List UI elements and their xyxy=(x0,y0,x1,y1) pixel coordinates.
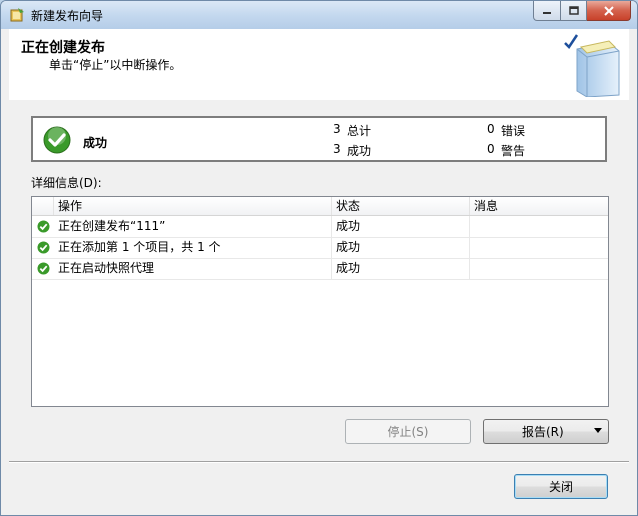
success-count: 3 xyxy=(333,142,341,156)
column-header-status[interactable]: 状态 xyxy=(332,197,470,215)
details-label: 详细信息(D): xyxy=(31,176,102,190)
status-result: 成功 xyxy=(83,136,108,150)
grid-header: 操作 状态 消息 xyxy=(32,197,608,216)
error-label: 错误 xyxy=(501,124,526,138)
window-title: 新建发布向导 xyxy=(31,9,104,23)
footer-separator xyxy=(9,461,629,463)
wizard-app-icon xyxy=(10,8,24,22)
error-count: 0 xyxy=(487,122,495,136)
success-check-icon xyxy=(37,241,50,254)
row-action: 正在创建发布“111” xyxy=(54,216,332,237)
page-subtitle: 单击“停止”以中断操作。 xyxy=(49,58,182,72)
success-label: 成功 xyxy=(347,144,372,158)
total-label: 总计 xyxy=(347,124,372,138)
warning-count: 0 xyxy=(487,142,495,156)
row-action: 正在启动快照代理 xyxy=(54,258,332,279)
success-check-icon xyxy=(37,220,50,233)
wizard-body: 成功 3 总计 3 成功 0 错误 0 警告 详细信息(D): 操作 状态 消息… xyxy=(9,100,629,507)
title-bar[interactable]: 新建发布向导 xyxy=(1,1,637,29)
minimize-icon xyxy=(543,11,551,14)
row-status: 成功 xyxy=(332,237,470,258)
row-status: 成功 xyxy=(332,258,470,279)
row-message xyxy=(470,237,608,258)
book-check-icon xyxy=(564,34,620,97)
column-header-action[interactable]: 操作 xyxy=(54,197,332,215)
warning-label: 警告 xyxy=(501,144,526,158)
row-message xyxy=(470,216,608,237)
wizard-header: 正在创建发布 单击“停止”以中断操作。 xyxy=(9,29,629,101)
row-message xyxy=(470,258,608,279)
grid-header-icon-col xyxy=(32,197,54,215)
wizard-window: 新建发布向导 正在创建发布 单击“停止”以中断操作。 成功 3 总计 3 成功 … xyxy=(0,0,638,516)
page-title: 正在创建发布 xyxy=(21,40,105,56)
table-row[interactable]: 正在添加第 1 个项目，共 1 个 成功 xyxy=(32,237,608,259)
column-header-message[interactable]: 消息 xyxy=(470,197,608,215)
row-action: 正在添加第 1 个项目，共 1 个 xyxy=(54,237,332,258)
maximize-icon xyxy=(568,6,579,15)
stop-button[interactable]: 停止(S) xyxy=(345,419,471,444)
close-icon xyxy=(603,5,614,16)
report-button[interactable]: 报告(R) xyxy=(483,419,609,444)
close-button[interactable]: 关闭 xyxy=(514,474,608,499)
success-check-icon xyxy=(37,262,50,275)
details-grid[interactable]: 操作 状态 消息 正在创建发布“111” 成功 正在添加第 1 个项目，共 1 … xyxy=(31,196,609,407)
row-status: 成功 xyxy=(332,216,470,237)
table-row[interactable]: 正在创建发布“111” 成功 xyxy=(32,216,608,238)
success-check-icon xyxy=(43,126,71,154)
caption-buttons xyxy=(533,1,631,21)
dropdown-arrow-icon xyxy=(594,428,602,433)
report-button-label: 报告(R) xyxy=(522,425,564,439)
total-count: 3 xyxy=(333,122,341,136)
close-window-button[interactable] xyxy=(587,1,631,21)
table-row[interactable]: 正在启动快照代理 成功 xyxy=(32,258,608,280)
status-summary: 成功 3 总计 3 成功 0 错误 0 警告 xyxy=(31,116,607,162)
minimize-button[interactable] xyxy=(533,1,561,21)
maximize-button[interactable] xyxy=(561,1,587,21)
